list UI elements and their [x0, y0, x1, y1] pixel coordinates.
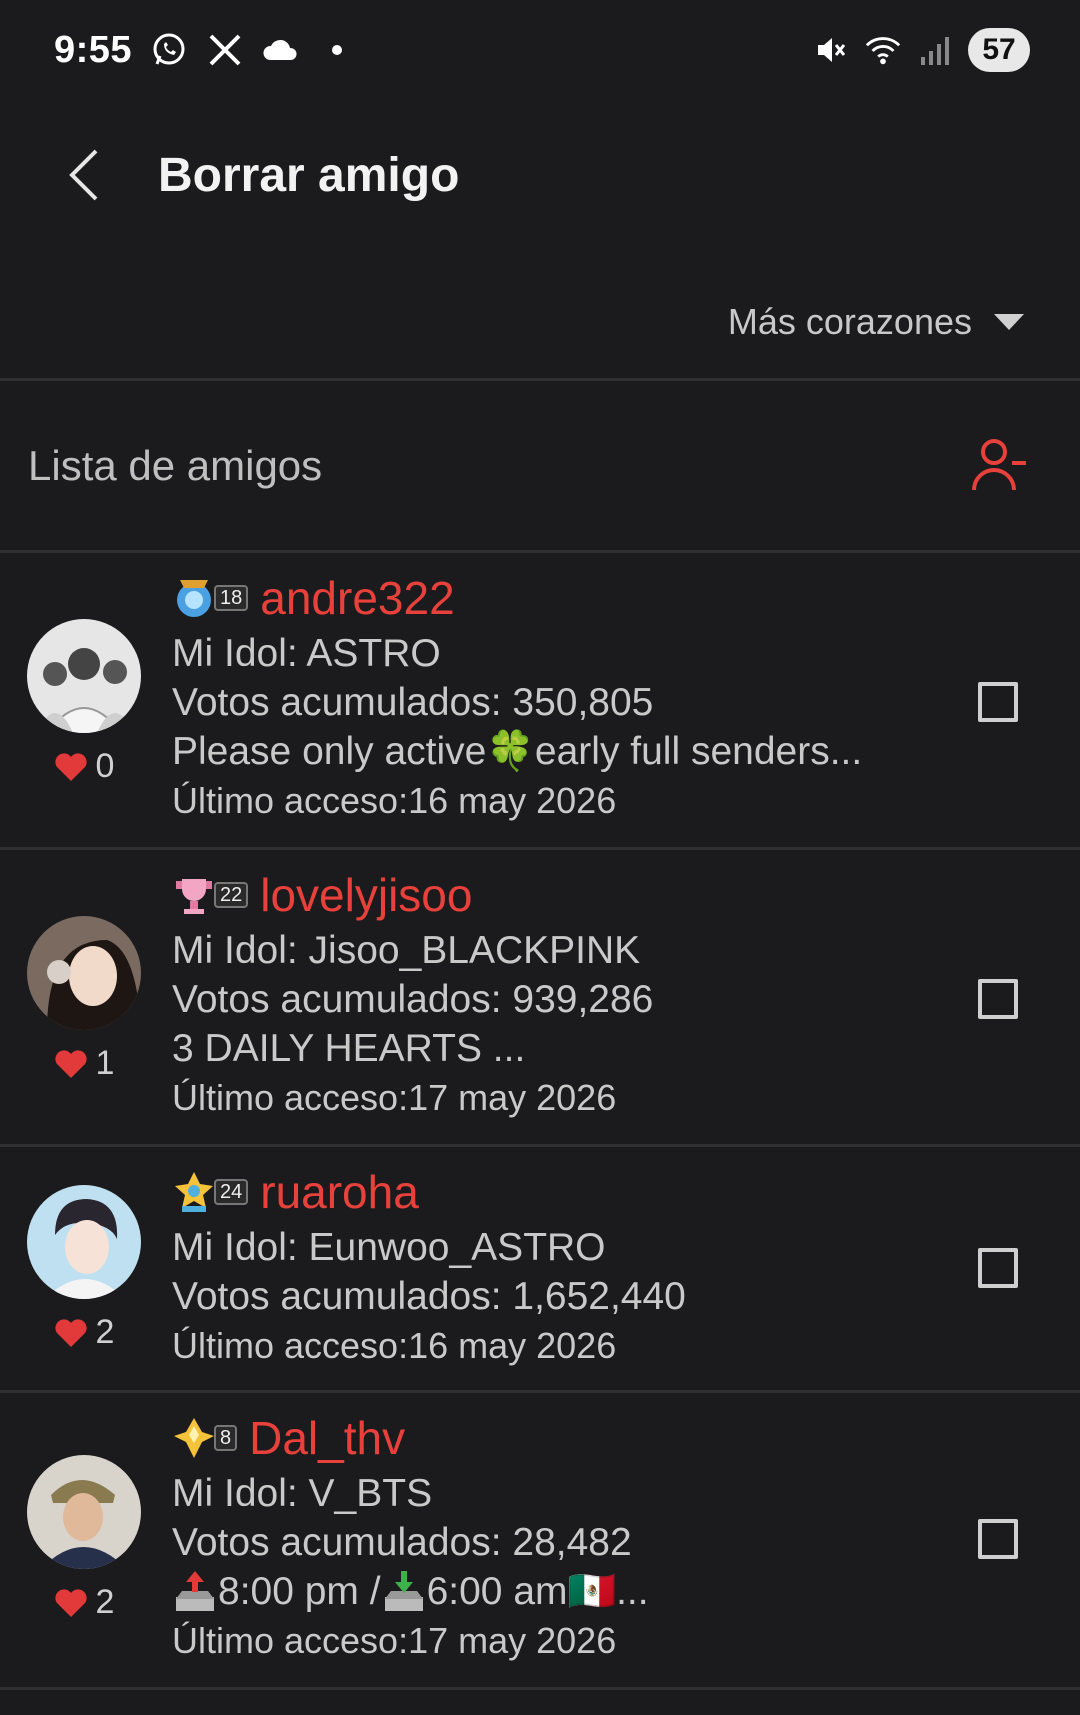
- x-icon: [206, 31, 244, 69]
- level-badge: 18: [172, 576, 249, 620]
- level-number: 18: [214, 585, 249, 611]
- friend-status: Please only active🍀early full senders...: [172, 730, 863, 773]
- friend-last-access: Último acceso:17 may 2026: [172, 1620, 617, 1661]
- avatar: [27, 619, 141, 733]
- signal-icon: [916, 31, 954, 69]
- outbox-tray-icon: [176, 1570, 214, 1611]
- list-item[interactable]: 2 8 Dal_thv Mi Idol: V_BTS Votos acumula…: [0, 1393, 1080, 1687]
- heart-icon: [54, 1588, 87, 1617]
- remove-friend-button[interactable]: [970, 434, 1030, 499]
- inbox-tray-icon: [384, 1570, 423, 1611]
- level-badge: 22: [172, 873, 249, 917]
- sort-label: Más corazones: [727, 301, 972, 342]
- wifi-icon: [864, 31, 902, 69]
- level-badge: 8: [172, 1416, 238, 1460]
- select-checkbox[interactable]: [978, 1248, 1018, 1288]
- select-checkbox[interactable]: [978, 1519, 1018, 1559]
- medal-icon: [177, 580, 211, 617]
- select-checkbox[interactable]: [978, 682, 1018, 722]
- friend-votes: Votos acumulados: 939,286: [172, 978, 654, 1021]
- friend-name[interactable]: Dal_thv: [249, 1411, 405, 1465]
- heart-icon: [54, 752, 87, 781]
- friend-idol: Mi Idol: Eunwoo_ASTRO: [172, 1226, 606, 1269]
- list-item[interactable]: 1 22 lovelyjisoo Mi Idol: Jisoo_BLACKPIN…: [0, 850, 1080, 1144]
- list-title: Lista de amigos: [28, 442, 323, 489]
- level-badge: 24: [172, 1170, 249, 1214]
- status-bar: 9:55 57: [0, 0, 1080, 100]
- avatar: [27, 1185, 141, 1299]
- hearts-count: 2: [54, 1313, 115, 1352]
- hearts-count: 0: [54, 747, 115, 786]
- battery-indicator: 57: [968, 28, 1030, 72]
- friend-idol: Mi Idol: ASTRO: [172, 632, 441, 675]
- friend-last-access: Último acceso:17 may 2026: [172, 1077, 617, 1118]
- level-number: 8: [214, 1425, 238, 1451]
- friend-status: 8:00 pm / 6:00 am 🇲🇽 ...: [172, 1567, 930, 1616]
- divider: [0, 1687, 1080, 1690]
- friend-votes: Votos acumulados: 1,652,440: [172, 1275, 686, 1318]
- user-remove-icon: [972, 438, 1026, 490]
- friend-status: 3 DAILY HEARTS ...: [172, 1027, 526, 1070]
- friend-votes: Votos acumulados: 28,482: [172, 1521, 632, 1564]
- avatar: [27, 1455, 141, 1569]
- back-button[interactable]: [44, 135, 124, 215]
- star-trophy-icon: [175, 1172, 213, 1212]
- caret-down-icon: [994, 314, 1024, 330]
- friend-idol: Mi Idol: Jisoo_BLACKPINK: [172, 929, 641, 972]
- mexico-flag-icon: 🇲🇽: [567, 1570, 617, 1613]
- chevron-left-icon: [69, 149, 98, 201]
- list-header: Lista de amigos: [0, 382, 1080, 550]
- hearts-value: 2: [95, 1313, 115, 1351]
- friend-last-access: Último acceso:16 may 2026: [172, 780, 617, 821]
- level-number: 22: [214, 882, 249, 908]
- dot-icon: [318, 31, 356, 69]
- hearts-value: 2: [95, 1583, 115, 1621]
- trophy-icon: [176, 879, 212, 914]
- mute-icon: [812, 31, 850, 69]
- hearts-value: 1: [95, 1044, 115, 1082]
- friend-name[interactable]: andre322: [260, 571, 454, 625]
- sort-dropdown[interactable]: Más corazones: [728, 292, 1024, 352]
- select-checkbox[interactable]: [978, 979, 1018, 1019]
- friend-last-access: Último acceso:16 may 2026: [172, 1325, 617, 1366]
- friend-name[interactable]: ruaroha: [260, 1165, 419, 1219]
- friend-idol: Mi Idol: V_BTS: [172, 1472, 433, 1515]
- hearts-count: 1: [54, 1044, 115, 1083]
- page-title: Borrar amigo: [158, 148, 460, 202]
- list-item[interactable]: 2 24 ruaroha Mi Idol: Eunwoo_ASTRO Votos…: [0, 1147, 1080, 1390]
- cloud-icon: [262, 31, 300, 69]
- avatar: [27, 916, 141, 1030]
- crystal-star-icon: [174, 1418, 214, 1458]
- heart-icon: [54, 1049, 87, 1078]
- hearts-value: 0: [95, 747, 115, 785]
- clover-icon: 🍀: [486, 730, 535, 773]
- heart-icon: [54, 1318, 87, 1347]
- list-item[interactable]: 0 18 andre322 Mi Idol: ASTRO Votos acumu…: [0, 553, 1080, 847]
- whatsapp-icon: [150, 31, 188, 69]
- status-time: 9:55: [54, 28, 133, 71]
- app-header: Borrar amigo: [0, 120, 1080, 230]
- level-number: 24: [214, 1179, 249, 1205]
- friend-votes: Votos acumulados: 350,805: [172, 681, 654, 724]
- friend-name[interactable]: lovelyjisoo: [260, 868, 472, 922]
- hearts-count: 2: [54, 1583, 115, 1622]
- divider: [0, 378, 1080, 381]
